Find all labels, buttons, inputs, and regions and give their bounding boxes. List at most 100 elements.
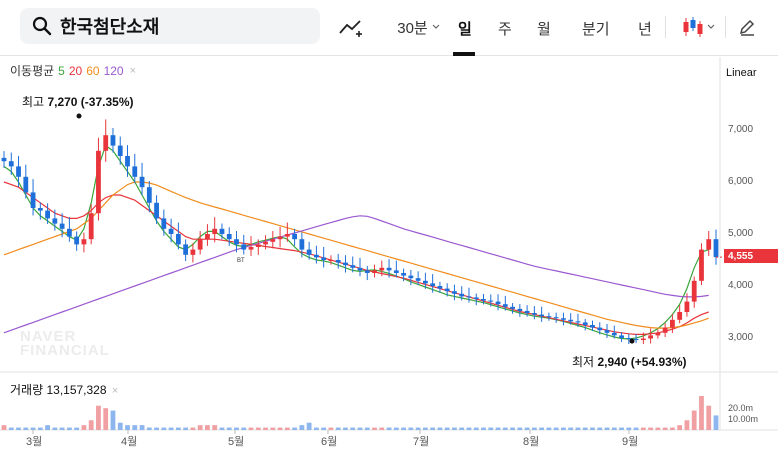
candle-body <box>219 228 225 234</box>
candle-body <box>255 244 261 247</box>
candle-body <box>292 234 298 240</box>
candle-body <box>139 176 145 188</box>
tab-month[interactable]: 월 <box>537 14 551 42</box>
candle-body <box>502 304 508 307</box>
volume-bar <box>648 427 654 430</box>
candle-body <box>234 239 239 245</box>
candle-body <box>386 267 392 271</box>
candle-body <box>190 249 196 255</box>
volume-bar <box>393 427 399 430</box>
interval-30m-label: 30분 <box>397 19 428 37</box>
volume-bar <box>270 427 276 430</box>
candle-body <box>662 327 668 333</box>
volume-bar <box>139 425 145 430</box>
candle-body <box>74 236 80 245</box>
interval-30m-dropdown[interactable]: 30분 <box>396 12 442 42</box>
volume-bar <box>364 427 370 430</box>
volume-bar <box>125 425 130 430</box>
volume-bar <box>350 427 356 430</box>
volume-bar <box>335 427 341 430</box>
close-volume-icon[interactable]: × <box>112 385 118 397</box>
candle-body <box>590 325 595 328</box>
watermark-line: FINANCIAL <box>20 342 110 359</box>
volume-bar <box>437 427 443 430</box>
volume-bar <box>219 427 225 430</box>
ma-20-label: 20 <box>68 63 83 78</box>
candle-body <box>546 316 552 318</box>
tab-week[interactable]: 주 <box>498 14 512 42</box>
volume-bar <box>655 427 661 430</box>
candle-body <box>110 135 116 146</box>
candle-body <box>633 339 639 341</box>
tab-day[interactable]: 일 <box>458 14 472 42</box>
tab-year[interactable]: 년 <box>638 14 652 42</box>
candle-body <box>66 228 72 237</box>
candle-body <box>52 218 58 224</box>
volume-bar <box>30 427 36 430</box>
volume-bar <box>481 427 486 430</box>
volume-bar <box>590 427 595 430</box>
candle-body <box>343 262 348 266</box>
candle-body <box>314 254 319 258</box>
volume-bar <box>263 427 268 430</box>
volume-bar <box>183 427 189 430</box>
volume-bar <box>59 427 65 430</box>
volume-bar <box>197 425 203 430</box>
draw-tool-button[interactable] <box>734 12 760 42</box>
volume-bar <box>430 427 436 430</box>
candle-body <box>226 234 232 240</box>
candle-body <box>531 313 537 315</box>
volume-bar <box>241 427 247 430</box>
ma-line-20 <box>3 181 709 335</box>
scale-type-toggle[interactable]: Linear <box>726 67 757 79</box>
candle-body <box>408 275 414 279</box>
low-label: 최저 <box>572 355 595 369</box>
candle-body <box>81 239 87 245</box>
volume-bar <box>466 427 472 430</box>
ma-5-label: 5 <box>58 63 65 78</box>
volume-bar <box>74 427 80 430</box>
candle-body <box>45 210 50 219</box>
candle-body <box>132 166 138 177</box>
volume-bar <box>88 420 94 430</box>
candle-body <box>539 314 545 317</box>
candle-body <box>495 301 501 305</box>
candle-body <box>357 267 363 271</box>
volume-bar <box>582 427 588 430</box>
candle-body <box>168 228 174 234</box>
candle-body <box>670 319 675 328</box>
x-axis-tick: 3월 <box>26 436 43 448</box>
volume-bar <box>444 427 450 430</box>
volume-bar <box>561 427 566 430</box>
volume-bar <box>706 405 712 430</box>
volume-bar <box>234 427 239 430</box>
candle-body <box>328 260 334 261</box>
candle-body <box>197 239 203 250</box>
candle-body <box>655 332 661 336</box>
stock-search-box[interactable]: 한국첨단소재 <box>20 8 320 44</box>
y-axis-tick: 4,000 <box>728 280 754 291</box>
candle-body <box>699 249 704 281</box>
moving-average-legend[interactable]: 이동평균 5 20 60 120 × <box>10 62 136 79</box>
volume-bar <box>37 427 43 430</box>
volume-value: 13,157,328 <box>46 383 107 397</box>
volume-bar <box>306 422 312 430</box>
candle-body <box>561 318 566 320</box>
search-query-text: 한국첨단소재 <box>60 17 160 37</box>
candle-body <box>481 299 486 301</box>
ma-line-5 <box>3 144 709 340</box>
candle-body <box>452 291 457 294</box>
volume-bar <box>677 425 683 430</box>
tab-quarter[interactable]: 분기 <box>582 14 610 42</box>
candle-body <box>619 335 624 338</box>
candle-body <box>517 308 523 311</box>
volume-bar <box>640 427 646 430</box>
candle-body <box>393 270 399 273</box>
candle-body <box>568 319 574 322</box>
candle-body <box>459 293 465 297</box>
chart-type-dropdown[interactable] <box>676 12 720 42</box>
candle-body <box>59 223 65 229</box>
close-legend-icon[interactable]: × <box>130 65 136 77</box>
candle-body <box>640 338 646 341</box>
add-indicator-button[interactable] <box>336 12 368 42</box>
